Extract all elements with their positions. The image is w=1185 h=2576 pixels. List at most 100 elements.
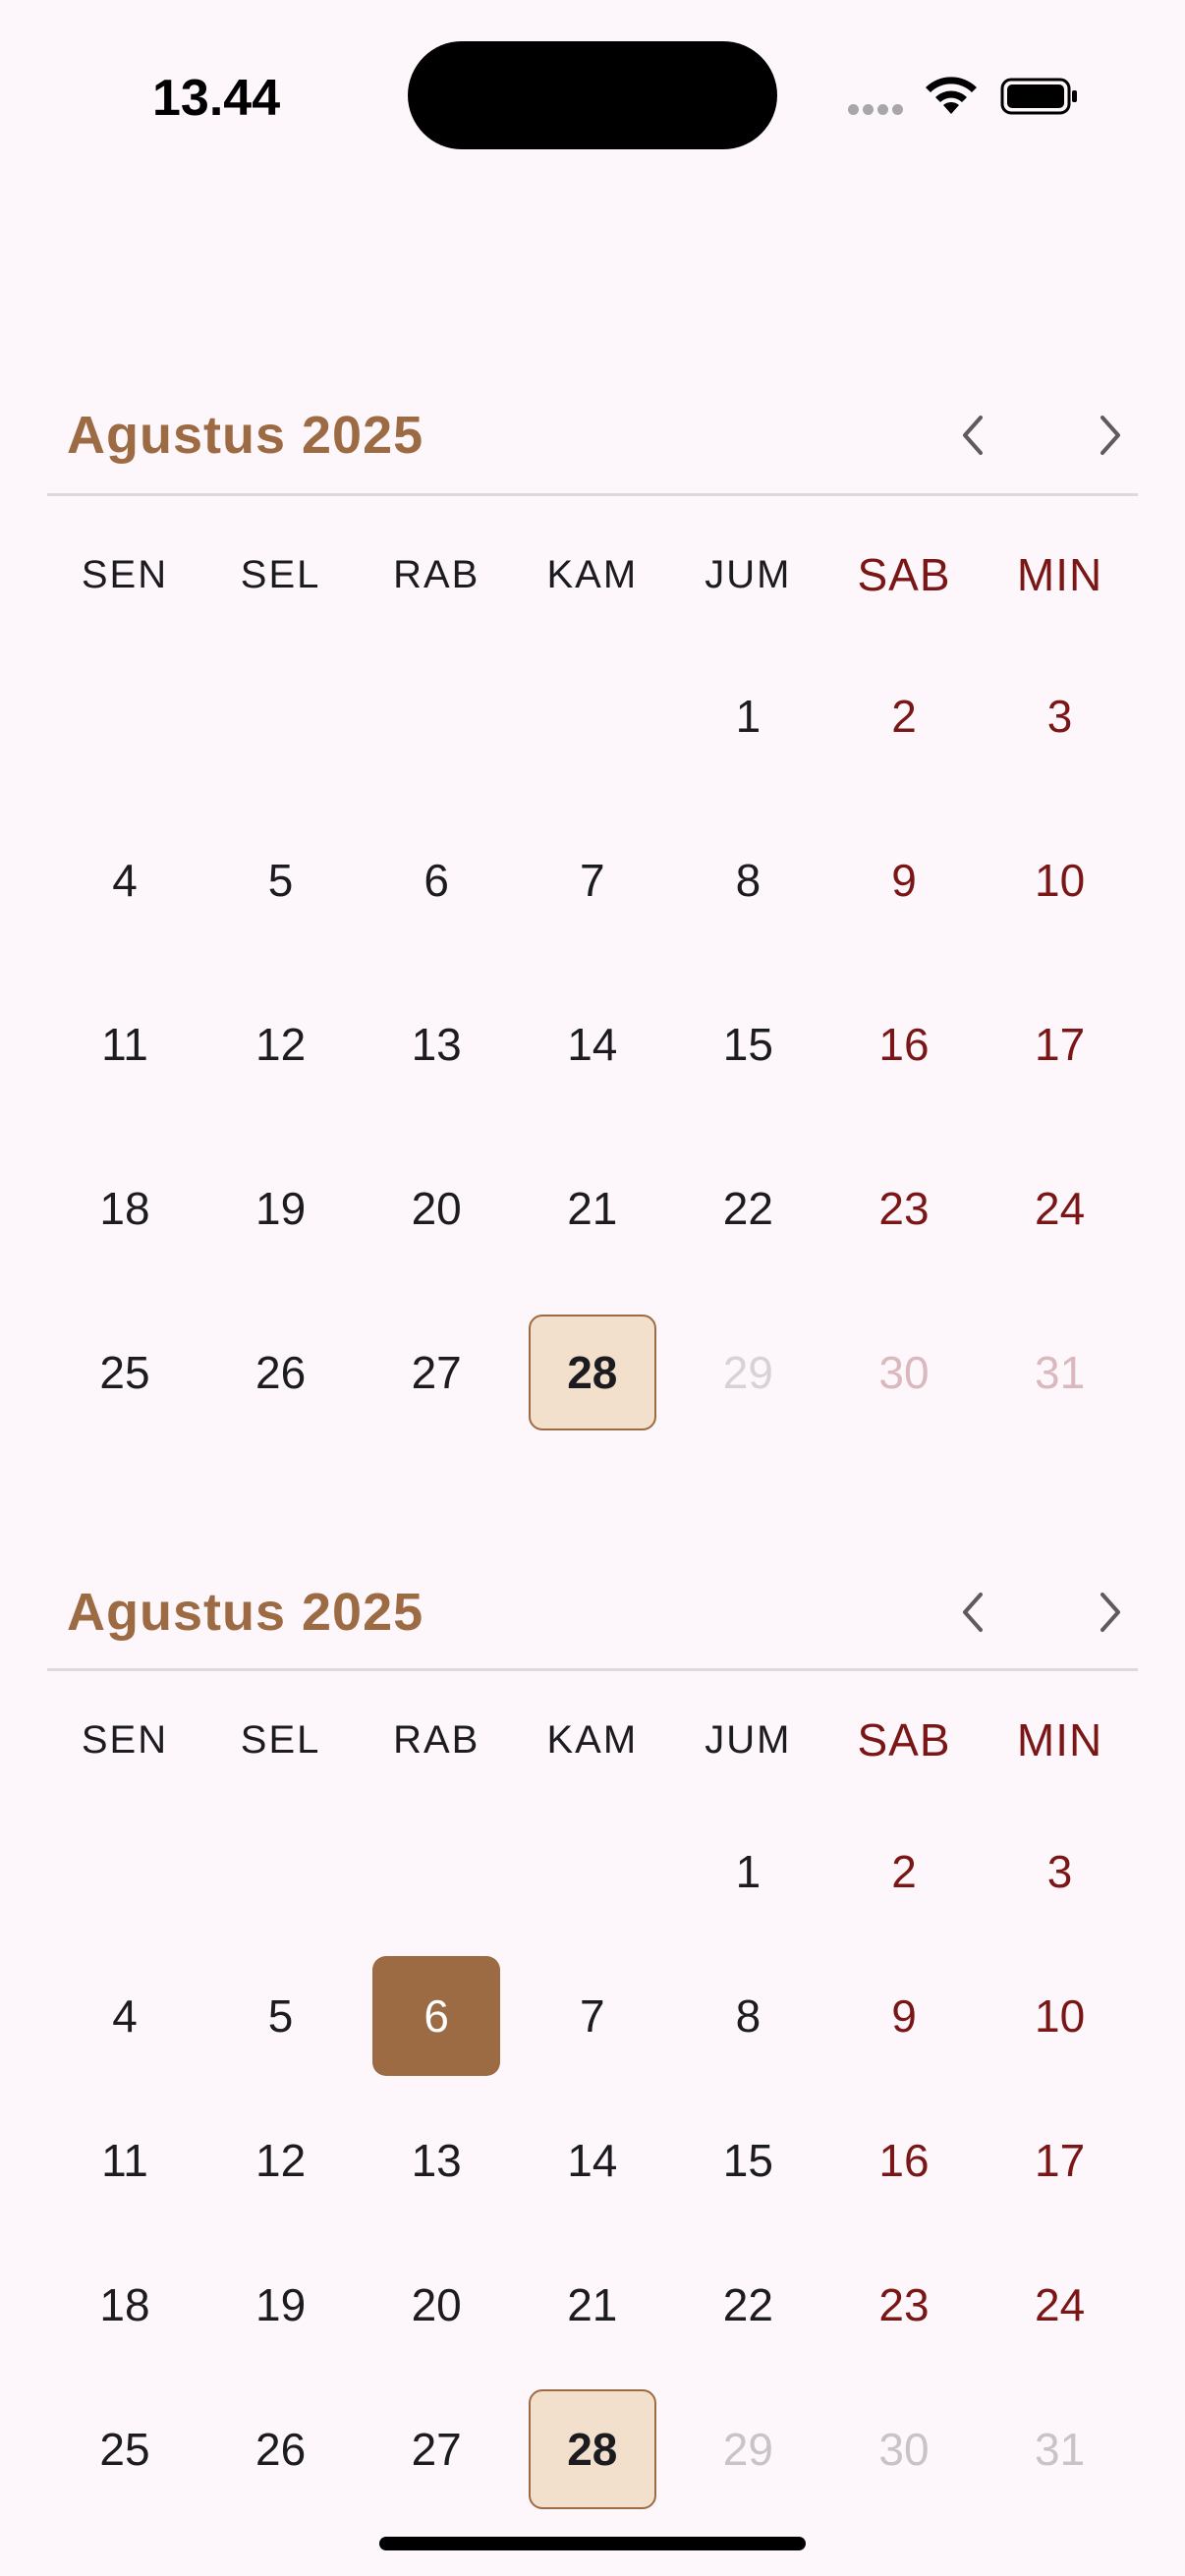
day-number: 18	[99, 1182, 150, 1234]
day-cell-9[interactable]: 9	[826, 798, 982, 962]
day-cell-2[interactable]: 2	[826, 634, 982, 798]
day-cell-5[interactable]: 5	[203, 1943, 359, 2088]
day-number: 16	[878, 1018, 930, 1070]
day-cell-24[interactable]: 24	[983, 2232, 1138, 2377]
day-cell-17[interactable]: 17	[983, 962, 1138, 1126]
day-cell-25[interactable]: 25	[47, 2377, 202, 2521]
day-cell-15[interactable]: 15	[670, 962, 825, 1126]
day-number: 8	[735, 1989, 762, 2042]
day-cell-12[interactable]: 12	[203, 2088, 359, 2232]
day-cell-2[interactable]: 2	[826, 1799, 982, 1943]
day-cell-18[interactable]: 18	[47, 2232, 202, 2377]
day-number: 27	[411, 1346, 462, 1398]
day-cell-20[interactable]: 20	[359, 2232, 514, 2377]
day-number: 24	[1035, 2278, 1086, 2330]
header-divider	[47, 493, 1138, 496]
weekday-label-sab: SAB	[857, 1714, 951, 1765]
day-cell-4[interactable]: 4	[47, 1943, 202, 2088]
day-number: 26	[255, 1346, 307, 1398]
day-cell-20[interactable]: 20	[359, 1126, 514, 1290]
day-cell-18[interactable]: 18	[47, 1126, 202, 1290]
day-cell-29: 29	[670, 1290, 825, 1454]
day-cell-8[interactable]: 8	[670, 1943, 825, 2088]
day-cell-19[interactable]: 19	[203, 1126, 359, 1290]
day-cell-27[interactable]: 27	[359, 1290, 514, 1454]
day-grid: 1 2 3 4 5 6 7 8 9 10 11 12 13 14 15 16 17 18 19 20 21 22 23 24 2…	[47, 634, 1138, 1454]
day-cell-10[interactable]: 10	[983, 798, 1138, 962]
day-cell-11[interactable]: 11	[47, 962, 202, 1126]
day-cell-19[interactable]: 19	[203, 2232, 359, 2377]
previous-month-button[interactable]	[939, 1578, 1008, 1647]
chevron-left-icon	[963, 1593, 983, 1632]
day-cell-22[interactable]: 22	[670, 1126, 825, 1290]
header-divider	[47, 1668, 1138, 1671]
day-number: 19	[255, 1182, 307, 1234]
day-cell-6[interactable]: 6	[359, 798, 514, 962]
day-cell-13[interactable]: 13	[359, 962, 514, 1126]
day-cell-16[interactable]: 16	[826, 2088, 982, 2232]
day-number: 1	[735, 690, 762, 742]
day-number: 5	[267, 854, 294, 906]
day-number: 23	[878, 1182, 930, 1234]
day-cell-31: 31	[983, 2377, 1138, 2521]
day-cell-27[interactable]: 27	[359, 2377, 514, 2521]
day-cell-13[interactable]: 13	[359, 2088, 514, 2232]
day-cell-12[interactable]: 12	[203, 962, 359, 1126]
day-cell-23[interactable]: 23	[826, 1126, 982, 1290]
day-number: 1	[735, 1845, 762, 1897]
day-number: 17	[1035, 1018, 1086, 1070]
day-cell-14[interactable]: 14	[515, 962, 670, 1126]
day-cell-8[interactable]: 8	[670, 798, 825, 962]
day-number: 29	[722, 1346, 773, 1398]
status-bar: 13.44	[0, 0, 1185, 196]
day-cell-10[interactable]: 10	[983, 1943, 1138, 2088]
day-cell-23[interactable]: 23	[826, 2232, 982, 2377]
day-number: 29	[722, 2423, 773, 2475]
day-number: 24	[1035, 1182, 1086, 1234]
day-cell-16[interactable]: 16	[826, 962, 982, 1126]
day-number: 25	[99, 1346, 150, 1398]
day-cell-28[interactable]: 28	[515, 2377, 670, 2521]
day-number: 9	[891, 1989, 917, 2042]
month-title: Agustus 2025	[67, 405, 424, 465]
day-cell-25[interactable]: 25	[47, 1290, 202, 1454]
day-cell-29: 29	[670, 2377, 825, 2521]
day-number: 13	[411, 1018, 462, 1070]
cellular-signal-icon	[848, 102, 907, 120]
day-number: 22	[722, 1182, 773, 1234]
day-cell-11[interactable]: 11	[47, 2088, 202, 2232]
day-cell-7[interactable]: 7	[515, 1943, 670, 2088]
day-cell-7[interactable]: 7	[515, 798, 670, 962]
day-cell-15[interactable]: 15	[670, 2088, 825, 2232]
day-cell-26[interactable]: 26	[203, 2377, 359, 2521]
day-number: 15	[722, 2134, 773, 2186]
day-cell-21[interactable]: 21	[515, 2232, 670, 2377]
day-cell-17[interactable]: 17	[983, 2088, 1138, 2232]
day-cell-24[interactable]: 24	[983, 1126, 1138, 1290]
next-month-button[interactable]	[1075, 401, 1144, 470]
weekday-label-sen: SEN	[81, 552, 169, 596]
day-cell-21[interactable]: 21	[515, 1126, 670, 1290]
day-number: 14	[567, 1018, 618, 1070]
next-month-button[interactable]	[1075, 1578, 1144, 1647]
day-cell-31: 31	[983, 1290, 1138, 1454]
day-grid: 1 2 3 4 5 6 7 8 9 10 11 12 13 14 15 16 17 18 19 20 21 22 23 24 2…	[47, 1799, 1138, 2521]
day-cell-3[interactable]: 3	[983, 634, 1138, 798]
calendar-august-2025-bottom: Agustus 2025 SEN SEL RAB KAM JUM SAB MIN 12345…	[47, 1553, 1138, 2521]
day-cell-4[interactable]: 4	[47, 798, 202, 962]
day-cell-14[interactable]: 14	[515, 2088, 670, 2232]
day-cell-26[interactable]: 26	[203, 1290, 359, 1454]
previous-month-button[interactable]	[939, 401, 1008, 470]
day-cell-3[interactable]: 3	[983, 1799, 1138, 1943]
day-cell-6[interactable]: 6	[359, 1943, 514, 2088]
day-cell-28[interactable]: 28	[515, 1290, 670, 1454]
day-cell-1[interactable]: 1	[670, 634, 825, 798]
day-number: 10	[1035, 1989, 1086, 2042]
day-number: 13	[411, 2134, 462, 2186]
day-cell-9[interactable]: 9	[826, 1943, 982, 2088]
day-cell-22[interactable]: 22	[670, 2232, 825, 2377]
day-cell-1[interactable]: 1	[670, 1799, 825, 1943]
day-number: 11	[101, 1018, 148, 1070]
day-cell-5[interactable]: 5	[203, 798, 359, 962]
day-number: 18	[99, 2278, 150, 2330]
